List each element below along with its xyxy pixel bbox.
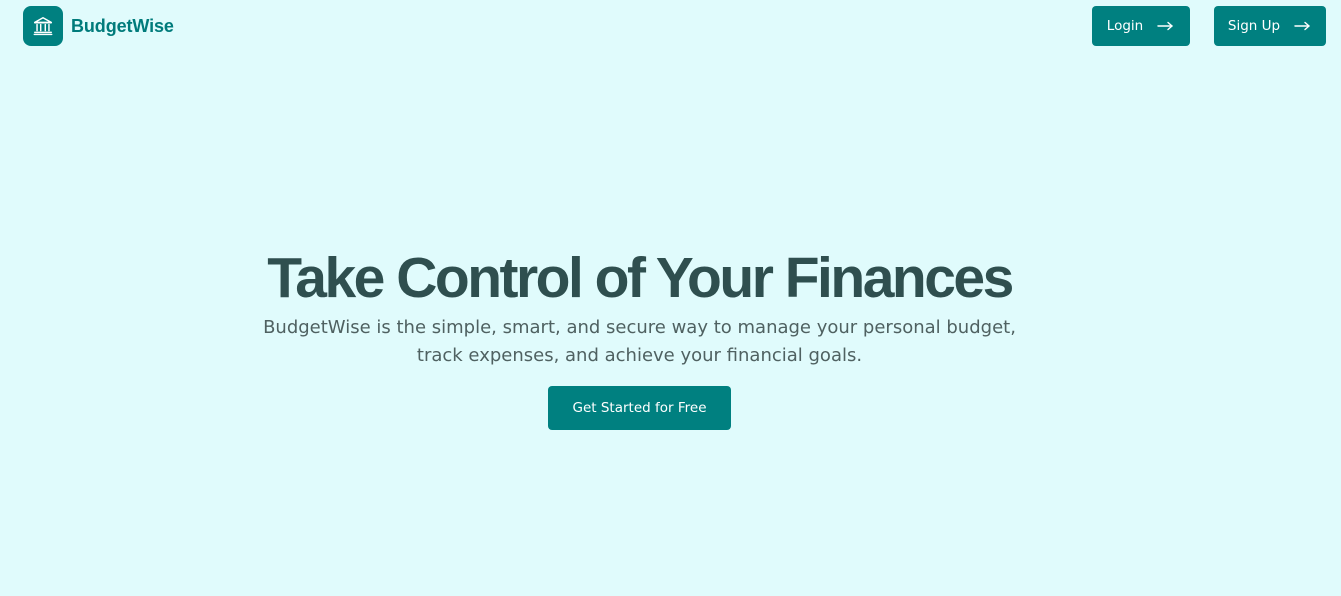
signup-label: Sign Up — [1227, 18, 1281, 34]
arrow-right-icon — [1157, 20, 1175, 32]
signup-button[interactable]: Sign Up — [1214, 6, 1326, 46]
hero-subtitle: BudgetWise is the simple, smart, and sec… — [0, 314, 1279, 370]
hero-subtitle-line-2: track expenses, and achieve your financi… — [416, 345, 863, 366]
landing-page: BudgetWise Login Sign Up Take Control of… — [0, 0, 1341, 596]
hero-subtitle-line-1: BudgetWise is the simple, smart, and sec… — [263, 317, 1016, 338]
login-button[interactable]: Login — [1092, 6, 1190, 46]
bank-icon — [23, 6, 63, 46]
get-started-button[interactable]: Get Started for Free — [548, 386, 731, 430]
top-navbar: BudgetWise Login Sign Up — [0, 0, 1341, 52]
arrow-right-icon — [1294, 20, 1312, 32]
login-label: Login — [1106, 18, 1144, 34]
brand-name: BudgetWise — [71, 15, 174, 36]
brand-link[interactable]: BudgetWise — [23, 6, 174, 46]
hero-title: Take Control of Your Finances — [267, 246, 1014, 310]
